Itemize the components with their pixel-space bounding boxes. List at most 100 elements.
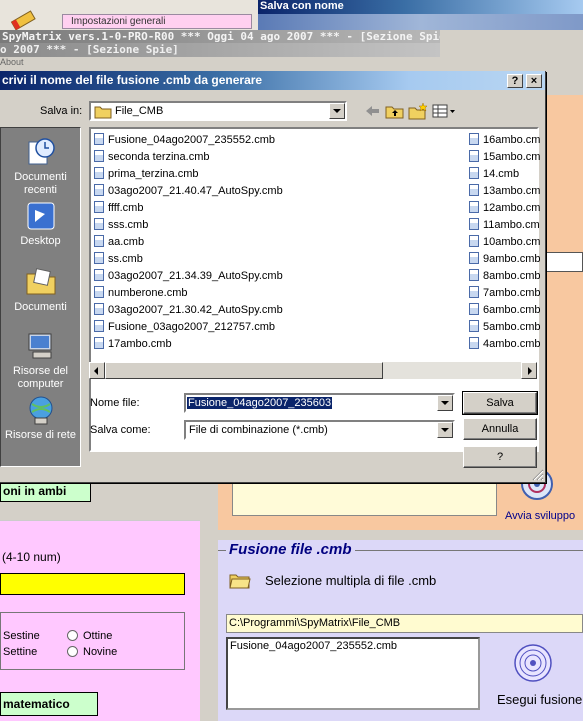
documents-folder-icon xyxy=(26,268,55,295)
file-icon xyxy=(469,184,479,196)
file-item[interactable]: 14.cmb xyxy=(469,167,519,181)
ambi-button[interactable]: oni in ambi xyxy=(0,480,91,502)
fusion-title: Fusione file .cmb xyxy=(226,541,355,558)
save-in-value: File_CMB xyxy=(115,105,164,117)
file-item[interactable]: 12ambo.cm xyxy=(469,201,540,215)
file-item[interactable]: 4ambo.cmb xyxy=(469,337,540,351)
file-icon xyxy=(94,320,104,332)
file-item[interactable]: numberone.cmb xyxy=(94,286,188,300)
file-item[interactable]: ss.cmb xyxy=(94,252,143,266)
cancel-button[interactable]: Annulla xyxy=(463,418,537,440)
file-icon xyxy=(469,150,479,162)
file-icon xyxy=(469,286,479,298)
title-help-button[interactable]: ? xyxy=(507,74,523,88)
file-item[interactable]: 11ambo.cm xyxy=(469,218,540,232)
numbers-field[interactable] xyxy=(0,573,185,595)
file-item[interactable]: 7ambo.cmb xyxy=(469,286,540,300)
file-icon xyxy=(469,201,479,213)
file-item[interactable]: ffff.cmb xyxy=(94,201,143,215)
scroll-right-icon[interactable] xyxy=(521,362,537,379)
about-label: About xyxy=(0,57,24,67)
save-as-window-strip xyxy=(258,14,583,30)
file-list-scrollbar[interactable] xyxy=(89,362,537,379)
file-item[interactable]: 9ambo.cmb xyxy=(469,252,540,266)
file-icon xyxy=(94,269,104,281)
file-item[interactable]: 5ambo.cmb xyxy=(469,320,540,334)
esegui-fusione-label: Esegui fusione xyxy=(497,692,583,707)
file-item[interactable]: 6ambo.cmb xyxy=(469,303,540,317)
chevron-down-icon[interactable] xyxy=(437,395,453,411)
view-menu-icon[interactable] xyxy=(432,102,456,120)
file-item[interactable]: 03ago2007_21.40.47_AutoSpy.cmb xyxy=(94,184,283,198)
fusion-file-list[interactable]: Fusione_04ago2007_235552.cmb xyxy=(226,637,480,710)
right-white-field[interactable] xyxy=(546,252,583,272)
file-item[interactable]: 03ago2007_21.34.39_AutoSpy.cmb xyxy=(94,269,283,283)
back-arrow-icon[interactable] xyxy=(362,102,382,120)
resize-grip-icon[interactable] xyxy=(530,467,544,481)
file-icon xyxy=(94,252,104,264)
save-in-label: Salva in: xyxy=(40,105,83,117)
save-button[interactable]: Salva xyxy=(462,391,538,415)
place-documents[interactable]: Documenti xyxy=(1,266,80,314)
file-icon xyxy=(469,218,479,230)
file-item[interactable]: prima_terzina.cmb xyxy=(94,167,198,181)
file-item[interactable]: seconda terzina.cmb xyxy=(94,150,210,164)
multi-select-label: Selezione multipla di file .cmb xyxy=(265,573,437,588)
up-folder-icon[interactable] xyxy=(385,102,405,120)
file-item[interactable]: 16ambo.cm xyxy=(469,133,540,147)
savetype-value: File di combinazione (*.cmb) xyxy=(189,424,328,436)
file-item[interactable]: sss.cmb xyxy=(94,218,148,232)
scroll-thumb[interactable] xyxy=(105,362,383,379)
file-item[interactable]: Fusione_04ago2007_235552.cmb xyxy=(94,133,275,147)
filename-value: Fusione_04ago2007_235603 xyxy=(187,397,333,409)
title-close-button[interactable]: × xyxy=(526,74,542,88)
savetype-label: Salva come: xyxy=(90,424,151,436)
fusion-path-field[interactable]: C:\Programmi\SpyMatrix\File_CMB xyxy=(226,614,583,633)
place-recent-documents[interactable]: Documenti recenti xyxy=(1,136,80,197)
file-item[interactable]: 10ambo.cm xyxy=(469,235,540,249)
file-icon xyxy=(469,252,479,264)
file-icon xyxy=(94,150,104,162)
file-item[interactable]: 13ambo.cm xyxy=(469,184,540,198)
file-icon xyxy=(94,337,104,349)
file-item[interactable]: Fusione_03ago2007_212757.cmb xyxy=(94,320,275,334)
radio-novine[interactable]: Novine xyxy=(67,646,117,658)
num-range-label: (4-10 num) xyxy=(2,550,61,564)
save-file-dialog: crivi il nome del file fusione .cmb da g… xyxy=(0,71,546,483)
save-as-window-title: Salva con nome xyxy=(258,0,583,14)
new-folder-icon[interactable] xyxy=(408,102,428,120)
filename-label: Nome file: xyxy=(90,397,140,409)
dialog-title-bar: crivi il nome del file fusione .cmb da g… xyxy=(0,71,545,90)
place-network[interactable]: Risorse di rete xyxy=(1,394,80,442)
save-in-dropdown[interactable]: File_CMB xyxy=(89,101,347,121)
radio-sestine[interactable]: Sestine xyxy=(3,630,40,642)
filename-input[interactable]: Fusione_04ago2007_235603 xyxy=(184,393,455,413)
file-item[interactable]: 17ambo.cmb xyxy=(94,337,172,351)
file-item[interactable]: 15ambo.cm xyxy=(469,150,540,164)
scroll-left-icon[interactable] xyxy=(89,362,105,379)
file-item[interactable]: 8ambo.cmb xyxy=(469,269,540,283)
spiral-fusion-icon[interactable] xyxy=(513,643,553,683)
savetype-dropdown[interactable]: File di combinazione (*.cmb) xyxy=(184,420,455,440)
file-icon xyxy=(94,133,104,145)
matematico-button[interactable]: matematico xyxy=(0,692,98,716)
file-icon xyxy=(94,201,104,213)
place-desktop[interactable]: Desktop xyxy=(1,200,80,248)
radio-settine[interactable]: Settine xyxy=(3,646,37,658)
spymatrix-child-title: o 2007 *** - [Sezione Spie] xyxy=(0,43,440,57)
place-my-computer[interactable]: Risorse del computer xyxy=(1,330,80,391)
help-button[interactable]: ? xyxy=(463,446,537,468)
my-computer-icon xyxy=(28,333,51,359)
chevron-down-icon[interactable] xyxy=(437,422,453,438)
file-icon xyxy=(469,337,479,349)
file-item[interactable]: 03ago2007_21.30.42_AutoSpy.cmb xyxy=(94,303,283,317)
file-item[interactable]: aa.cmb xyxy=(94,235,144,249)
list-item[interactable]: Fusione_04ago2007_235552.cmb xyxy=(230,640,476,652)
chevron-down-icon[interactable] xyxy=(329,103,345,119)
radio-ottine[interactable]: Ottine xyxy=(67,630,112,642)
open-folder-icon[interactable] xyxy=(229,571,251,589)
avvia-sviluppo-label: Avvia sviluppo xyxy=(505,510,576,522)
settings-menu-item[interactable]: Impostazioni generali xyxy=(62,14,252,29)
group-type-radio-box: Sestine Settine Ottine Novine xyxy=(0,612,185,670)
desktop-icon xyxy=(27,202,54,230)
